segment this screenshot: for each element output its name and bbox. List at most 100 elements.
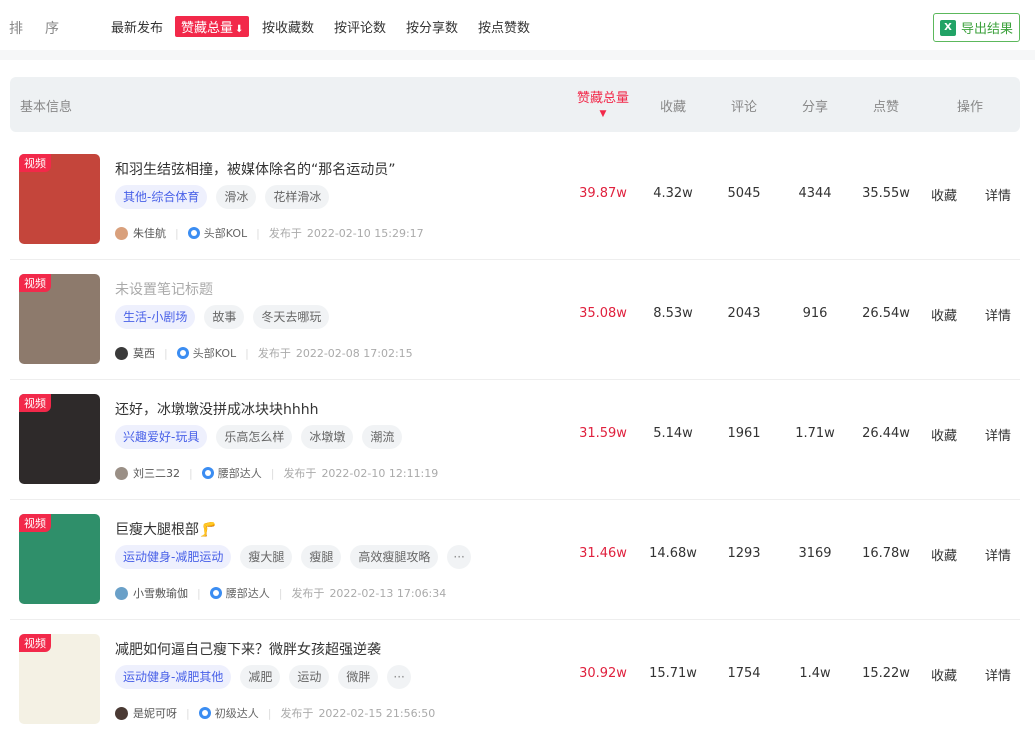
topic-tag[interactable]: 微胖 [338,665,379,689]
note-title-text: 和羽生结弦相撞，被媒体除名的“那名运动员” [115,162,396,178]
note-title[interactable]: 和羽生结弦相撞，被媒体除名的“那名运动员” [115,159,396,179]
separator: | [175,226,179,240]
avatar[interactable] [115,346,128,360]
separator: | [270,466,275,480]
avatar[interactable] [115,586,128,600]
share-value: 916 [802,306,828,321]
table-row[interactable]: 视频 未设置笔记标题 生活-小剧场 故事 冬天去哪玩 莫西 | 头部KOL | 发布于 2022-0… [10,260,1020,380]
header-total[interactable]: 赞藏总量 ▼ [577,87,629,119]
note-meta: 朱佳航 | 头部KOL | 发布于 2022-02-10 15:29:17 [115,225,424,241]
note-title-text: 巨瘦大腿根部 [115,522,199,538]
note-title[interactable]: 未设置笔记标题 [115,279,213,299]
comment-value: 1961 [727,426,761,441]
more-tags-icon[interactable]: ··· [387,665,411,689]
sort-like[interactable]: 按点赞数 [478,17,530,36]
topic-tag[interactable]: 冬天去哪玩 [253,305,330,329]
author-name[interactable]: 朱佳航 [133,225,166,241]
avatar[interactable] [115,466,128,480]
detail-button[interactable]: 详情 [985,425,1011,444]
tag-list: 其他-综合体育 滑冰 花样滑冰 [115,185,330,209]
collect-button[interactable]: 收藏 [931,305,957,324]
tag-list: 兴趣爱好-玩具 乐高怎么样 冰墩墩 潮流 [115,425,403,449]
header-comment[interactable]: 评论 [731,96,757,115]
separator: | [197,586,201,600]
topic-tag[interactable]: 高效瘦腿攻略 [350,545,439,569]
topic-tag[interactable]: 减肥 [240,665,281,689]
total-value: 31.59w [579,426,627,441]
topic-tag[interactable]: 花样滑冰 [265,185,330,209]
detail-button[interactable]: 详情 [985,545,1011,564]
note-thumbnail[interactable]: 视频 [19,514,100,604]
table-row[interactable]: 视频 巨瘦大腿根部🦵 运动健身-减肥运动 瘦大腿 瘦腿 高效瘦腿攻略 ··· 小雪敷瑜伽 | 腰部… [10,500,1020,620]
video-badge: 视频 [19,394,51,412]
sort-collect[interactable]: 按收藏数 [262,17,314,36]
like-value: 16.78w [862,546,910,561]
note-title[interactable]: 还好，冰墩墩没拼成冰块块hhhh [115,399,319,419]
export-label: 导出结果 [960,22,1013,37]
header-collect[interactable]: 收藏 [660,96,686,115]
tag-list: 运动健身-减肥运动 瘦大腿 瘦腿 高效瘦腿攻略 ··· [115,545,471,569]
topic-tag[interactable]: 瘦大腿 [240,545,293,569]
tag-list: 生活-小剧场 故事 冬天去哪玩 [115,305,330,329]
share-value: 1.4w [799,666,831,681]
note-thumbnail[interactable]: 视频 [19,394,100,484]
topic-tag[interactable]: 故事 [204,305,245,329]
topic-tag[interactable]: 滑冰 [216,185,257,209]
author-level: 头部KOL [203,227,248,240]
divider [0,50,1035,60]
table-row[interactable]: 视频 和羽生结弦相撞，被媒体除名的“那名运动员” 其他-综合体育 滑冰 花样滑冰朱佳航 |… [10,140,1020,260]
category-tag[interactable]: 运动健身-减肥运动 [115,545,232,569]
published-prefix: 发布于 [268,227,302,240]
note-thumbnail[interactable]: 视频 [19,634,100,724]
sort-total-active[interactable]: 赞藏总量 ⬇ [175,16,250,37]
topic-tag[interactable]: 瘦腿 [301,545,342,569]
category-tag[interactable]: 生活-小剧场 [115,305,196,329]
collect-button[interactable]: 收藏 [931,425,957,444]
author-name[interactable]: 是妮可呀 [133,705,177,721]
published-date: 2022-02-10 12:11:19 [321,466,439,480]
leg-icon: 🦵 [199,522,217,538]
sort-comment[interactable]: 按评论数 [334,17,386,36]
note-title-text: 未设置笔记标题 [115,282,213,298]
export-button[interactable]: X 导出结果 [933,13,1020,42]
author-name[interactable]: 小雪敷瑜伽 [133,585,188,601]
topic-tag[interactable]: 冰墩墩 [301,425,354,449]
header-like[interactable]: 点赞 [873,96,899,115]
topic-tag[interactable]: 乐高怎么样 [216,425,293,449]
header-share[interactable]: 分享 [802,96,828,115]
collect-button[interactable]: 收藏 [931,665,957,684]
sort-latest[interactable]: 最新发布 [111,17,163,36]
more-tags-icon[interactable]: ··· [447,545,471,569]
like-value: 35.55w [862,186,910,201]
detail-button[interactable]: 详情 [985,305,1011,324]
note-title[interactable]: 巨瘦大腿根部🦵 [115,519,216,539]
sort-down-icon: ⬇ [235,24,244,35]
published-date: 2022-02-15 21:56:50 [318,706,436,720]
collect-value: 5.14w [653,426,693,441]
note-thumbnail[interactable]: 视频 [19,274,100,364]
collect-button[interactable]: 收藏 [931,185,957,204]
avatar[interactable] [115,706,128,720]
sort-share[interactable]: 按分享数 [406,17,458,36]
total-value: 35.08w [579,306,627,321]
table-row[interactable]: 视频 减肥如何逼自己瘦下来？微胖女孩超强逆袭运动健身-减肥其他 减肥 运动 微胖 ··· 是… [10,620,1020,730]
topic-tag[interactable]: 运动 [289,665,330,689]
detail-button[interactable]: 详情 [985,665,1011,684]
topic-tag[interactable]: 潮流 [362,425,403,449]
collect-value: 8.53w [653,306,693,321]
avatar[interactable] [115,226,128,240]
author-level: 初级达人 [214,707,259,720]
note-thumbnail[interactable]: 视频 [19,154,100,244]
detail-button[interactable]: 详情 [985,185,1011,204]
collect-button[interactable]: 收藏 [931,545,957,564]
author-name[interactable]: 刘三二32 [133,465,180,481]
share-value: 4344 [798,186,832,201]
video-badge: 视频 [19,154,51,172]
category-tag[interactable]: 运动健身-减肥其他 [115,665,232,689]
table-row[interactable]: 视频 还好，冰墩墩没拼成冰块块hhhh 兴趣爱好-玩具 乐高怎么样 冰墩墩 潮流刘三二32… [10,380,1020,500]
category-tag[interactable]: 兴趣爱好-玩具 [115,425,208,449]
category-tag[interactable]: 其他-综合体育 [115,185,208,209]
author-name[interactable]: 莫西 [133,345,155,361]
header-total-label: 赞藏总量 [577,91,630,106]
note-title[interactable]: 减肥如何逼自己瘦下来？微胖女孩超强逆袭 [115,639,381,659]
